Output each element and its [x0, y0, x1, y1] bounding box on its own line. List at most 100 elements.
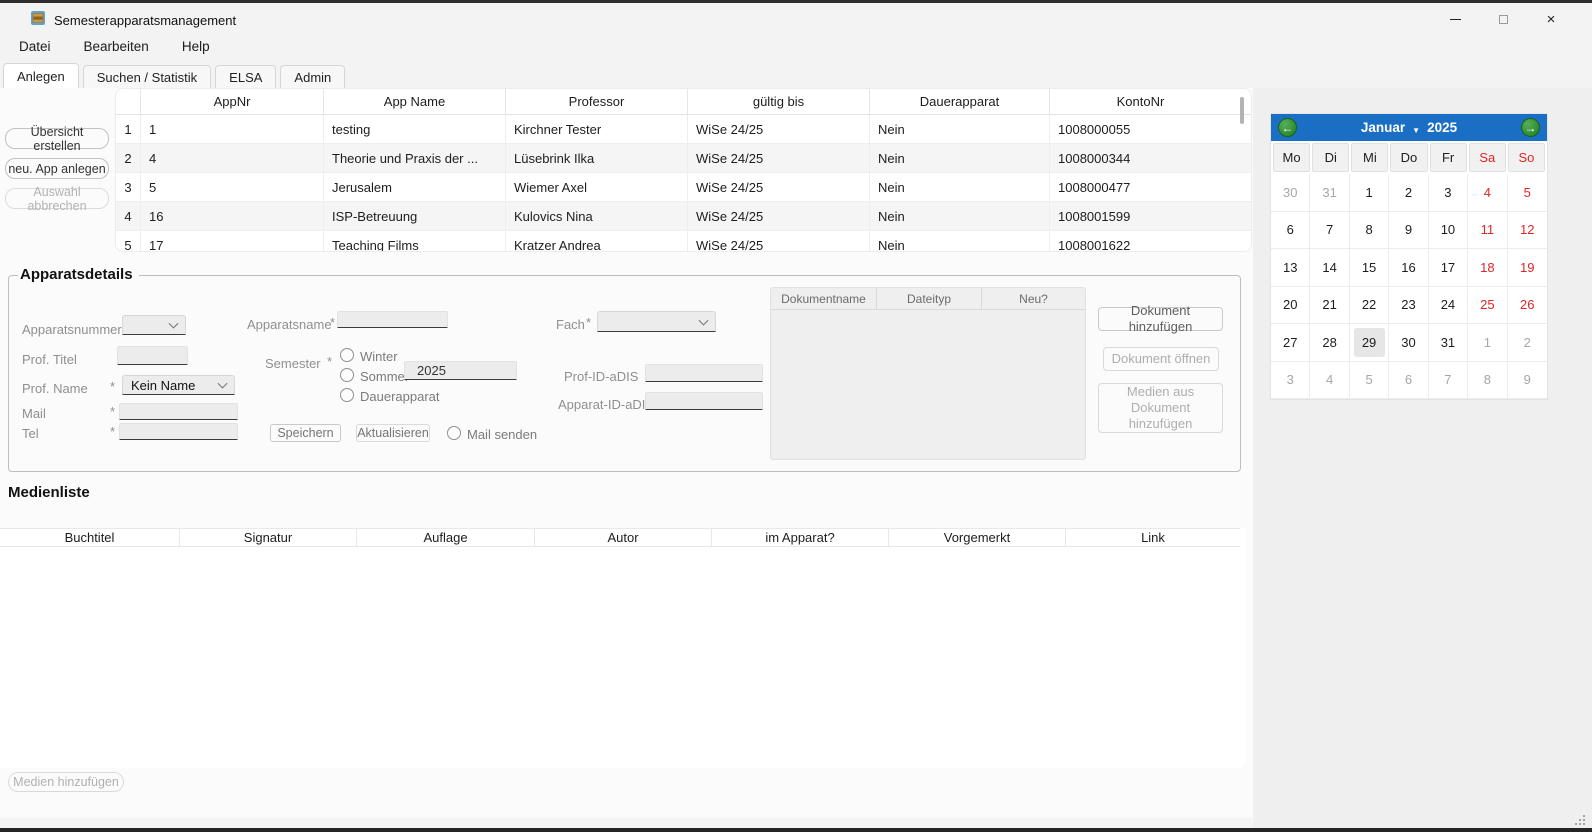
calendar-day[interactable]: 6 [1271, 212, 1310, 250]
tab-admin[interactable]: Admin [280, 65, 345, 88]
calendar-day[interactable]: 7 [1429, 362, 1468, 400]
tab-anlegen[interactable]: Anlegen [3, 63, 79, 88]
calendar-day[interactable]: 22 [1350, 287, 1389, 325]
calendar-day[interactable]: 25 [1468, 287, 1507, 325]
menu-bearbeiten[interactable]: Bearbeiten [80, 37, 153, 56]
fach-select[interactable] [597, 311, 716, 332]
calendar-day[interactable]: 31 [1429, 324, 1468, 362]
calendar-day[interactable]: 23 [1389, 287, 1428, 325]
minimize-button[interactable] [1432, 6, 1478, 33]
tel-input[interactable] [119, 423, 238, 440]
menu-datei[interactable]: Datei [15, 37, 55, 56]
calendar-day[interactable]: 15 [1350, 249, 1389, 287]
calendar-day[interactable]: 21 [1310, 287, 1349, 325]
calendar-day[interactable]: 4 [1310, 362, 1349, 400]
calendar-day[interactable]: 10 [1429, 212, 1468, 250]
calendar-day[interactable]: 26 [1508, 287, 1547, 325]
column-header-appnr[interactable]: AppNr [141, 89, 324, 114]
calendar-day[interactable]: 19 [1508, 249, 1547, 287]
calendar-day[interactable]: 31 [1310, 174, 1349, 212]
row-number: 1 [116, 115, 141, 143]
menu-help[interactable]: Help [178, 37, 214, 56]
cell: WiSe 24/25 [688, 173, 870, 201]
calendar-next-button[interactable]: → [1521, 118, 1540, 137]
calendar-prev-button[interactable]: ← [1278, 118, 1297, 137]
calendar-day[interactable]: 16 [1389, 249, 1428, 287]
mail-input[interactable] [119, 403, 238, 420]
row-number: 4 [116, 202, 141, 230]
table-row[interactable]: 24Theorie und Praxis der ...Lüsebrink Il… [116, 144, 1251, 173]
table-row[interactable]: 517Teaching FilmsKratzer AndreaWiSe 24/2… [116, 231, 1251, 252]
calendar-day[interactable]: 3 [1271, 362, 1310, 400]
column-header-dauerapparat[interactable]: Dauerapparat [870, 89, 1050, 114]
table-scrollbar[interactable] [1240, 97, 1244, 124]
column-header-gueltig-bis[interactable]: gültig bis [688, 89, 870, 114]
winter-radio[interactable] [340, 348, 354, 362]
calendar-day[interactable]: 6 [1389, 362, 1428, 400]
apparat-id-adis-input[interactable] [645, 392, 763, 410]
cell: 4 [141, 144, 324, 172]
calendar-day[interactable]: 1 [1468, 324, 1507, 362]
table-row[interactable]: 416ISP-BetreuungKulovics NinaWiSe 24/25N… [116, 202, 1251, 231]
calendar-day-label: 25 [1472, 290, 1503, 319]
calendar-day[interactable]: 29 [1350, 324, 1389, 362]
speichern-button[interactable]: Speichern [270, 424, 341, 442]
prof-name-label: Prof. Name [22, 381, 88, 396]
column-header-professor[interactable]: Professor [506, 89, 688, 114]
cell: Nein [870, 231, 1050, 252]
calendar-day[interactable]: 12 [1508, 212, 1547, 250]
calendar-day-label: 14 [1314, 253, 1345, 282]
calendar-day[interactable]: 4 [1468, 174, 1507, 212]
resize-grip-icon[interactable] [1574, 814, 1586, 829]
calendar-day[interactable]: 11 [1468, 212, 1507, 250]
calendar-day[interactable]: 20 [1271, 287, 1310, 325]
calendar-day[interactable]: 9 [1389, 212, 1428, 250]
calendar-day[interactable]: 8 [1468, 362, 1507, 400]
dauerapparat-radio[interactable] [340, 388, 354, 402]
calendar-day[interactable]: 5 [1508, 174, 1547, 212]
close-button[interactable]: × [1528, 6, 1574, 33]
calendar-day[interactable]: 2 [1389, 174, 1428, 212]
table-row[interactable]: 11testingKirchner TesterWiSe 24/25Nein10… [116, 115, 1251, 144]
calendar-day[interactable]: 28 [1310, 324, 1349, 362]
uebersicht-erstellen-button[interactable]: Übersicht erstellen [5, 128, 109, 149]
calendar-day[interactable]: 17 [1429, 249, 1468, 287]
calendar-day[interactable]: 30 [1271, 174, 1310, 212]
calendar-day-label: 29 [1354, 328, 1385, 357]
medienliste-table-header: Buchtitel Signatur Auflage Autor im Appa… [0, 528, 1240, 547]
calendar-day[interactable]: 8 [1350, 212, 1389, 250]
cell: Nein [870, 173, 1050, 201]
maximize-button[interactable] [1480, 6, 1526, 33]
mail-senden-checkbox[interactable] [447, 426, 461, 440]
apparatsname-input[interactable] [337, 311, 448, 328]
table-row[interactable]: 35JerusalemWiemer AxelWiSe 24/25Nein1008… [116, 173, 1251, 202]
calendar-day[interactable]: 7 [1310, 212, 1349, 250]
neu-app-anlegen-button[interactable]: neu. App anlegen [5, 158, 109, 179]
calendar-day[interactable]: 18 [1468, 249, 1507, 287]
aktualisieren-button[interactable]: Aktualisieren [356, 424, 430, 442]
calendar-day[interactable]: 30 [1389, 324, 1428, 362]
tab-suchen-statistik[interactable]: Suchen / Statistik [83, 65, 211, 88]
calendar-day[interactable]: 3 [1429, 174, 1468, 212]
calendar-day[interactable]: 27 [1271, 324, 1310, 362]
calendar-day[interactable]: 9 [1508, 362, 1547, 400]
calendar-day[interactable]: 14 [1310, 249, 1349, 287]
column-header-appname[interactable]: App Name [324, 89, 506, 114]
semester-year-input[interactable]: 2025 [404, 361, 517, 380]
prof-id-adis-input[interactable] [645, 364, 763, 382]
prof-name-select[interactable]: Kein Name [122, 375, 235, 395]
winter-label: Winter [360, 349, 398, 364]
sommer-radio[interactable] [340, 368, 354, 382]
column-header-kontonr[interactable]: KontoNr [1050, 89, 1231, 114]
calendar-day-label: 15 [1354, 253, 1385, 282]
prof-titel-input[interactable] [117, 346, 188, 365]
apparatsnummer-select[interactable] [122, 315, 186, 335]
dokument-hinzufuegen-button[interactable]: Dokument hinzufügen [1098, 307, 1223, 331]
calendar-day[interactable]: 2 [1508, 324, 1547, 362]
calendar-day[interactable]: 1 [1350, 174, 1389, 212]
calendar-day[interactable]: 24 [1429, 287, 1468, 325]
calendar-title[interactable]: Januar▼ 2025 [1361, 120, 1457, 135]
calendar-day[interactable]: 5 [1350, 362, 1389, 400]
tab-elsa[interactable]: ELSA [215, 65, 276, 88]
calendar-day[interactable]: 13 [1271, 249, 1310, 287]
